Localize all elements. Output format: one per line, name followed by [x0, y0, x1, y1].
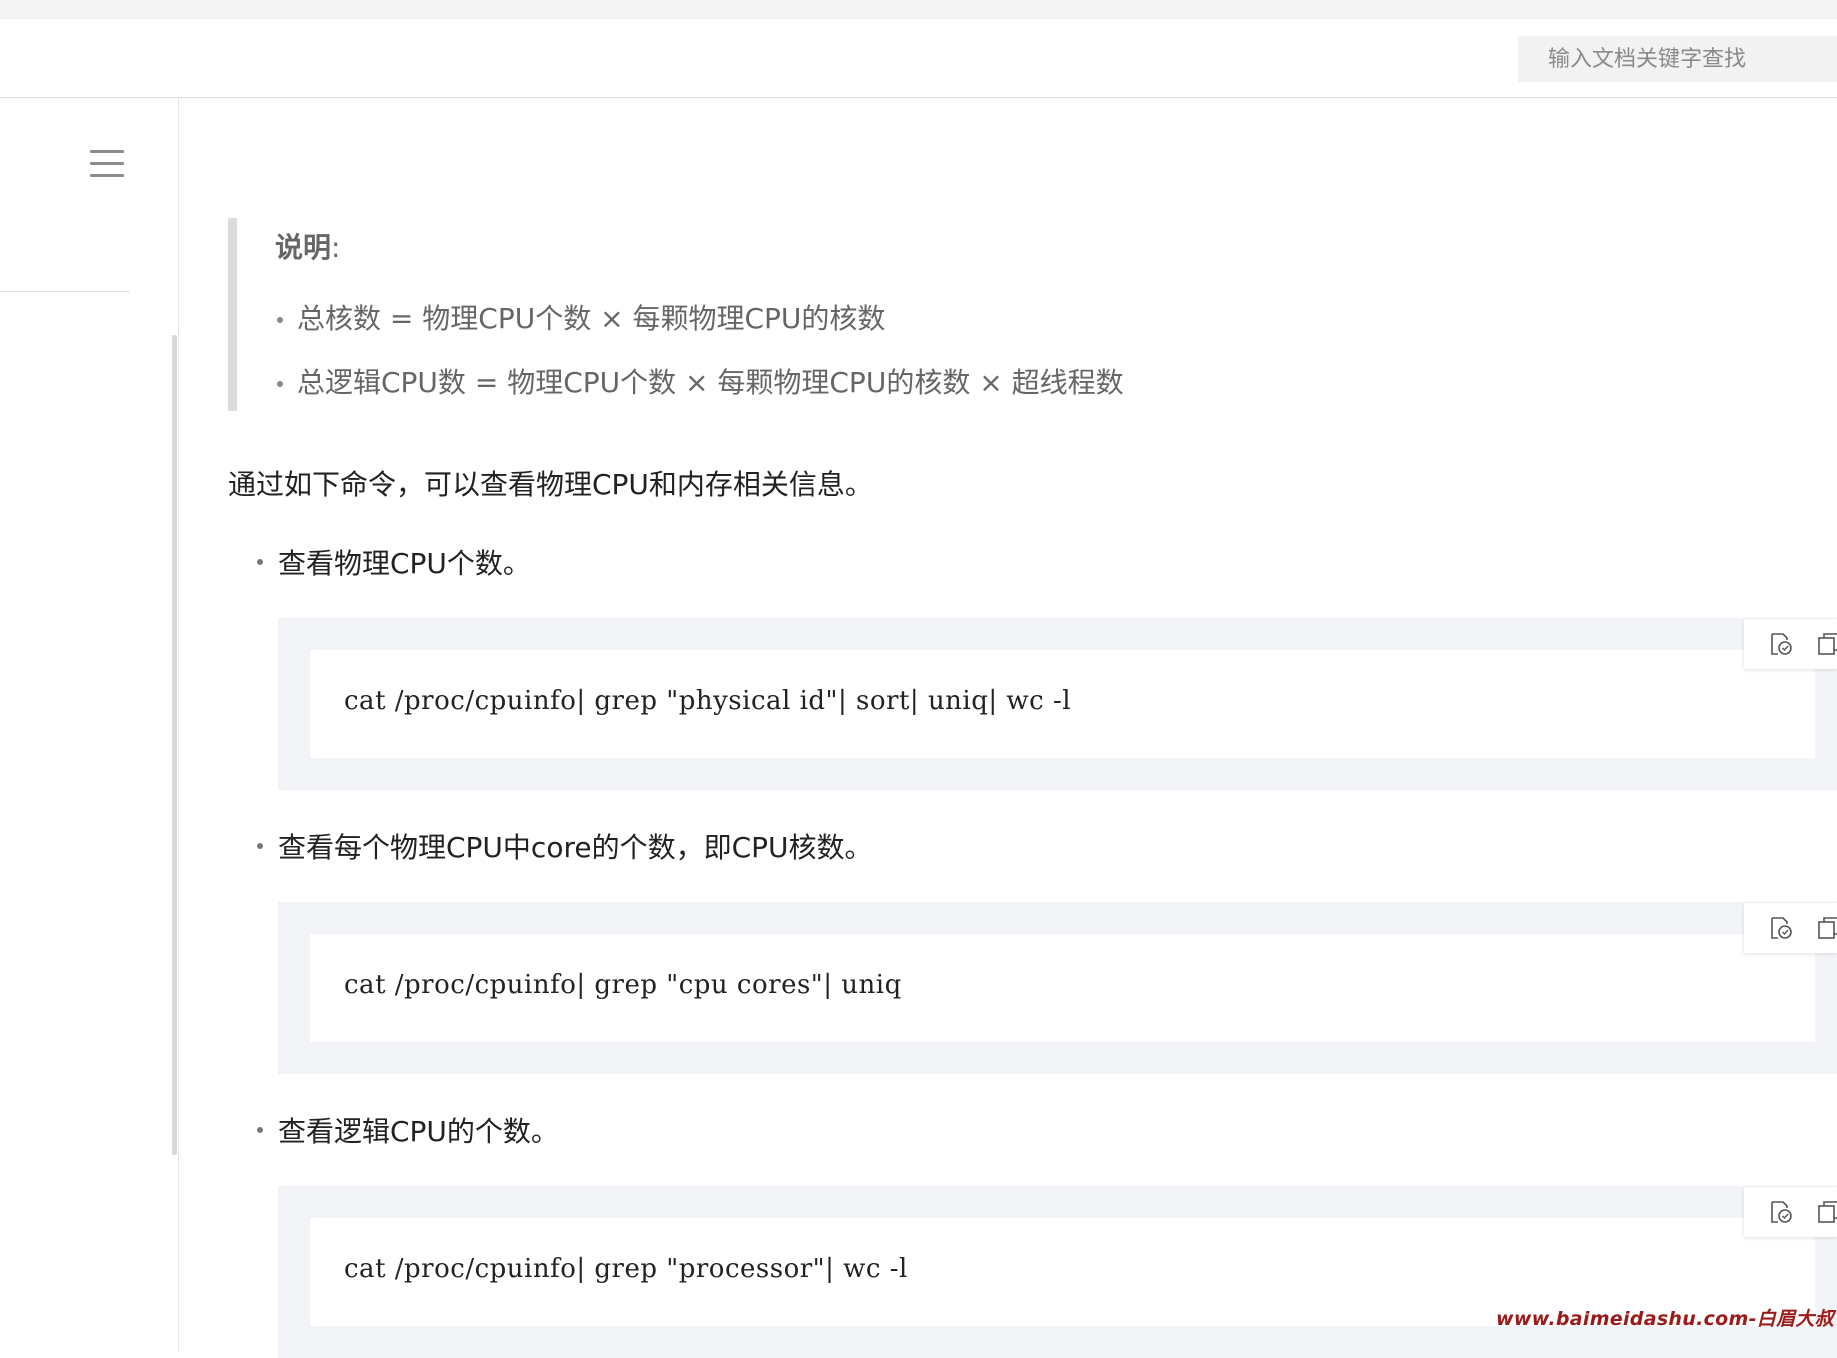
copy-icon[interactable] [1768, 915, 1794, 941]
step-item: 查看逻辑CPU的个数。 [257, 1110, 559, 1150]
code-block: cat /proc/cpuinfo| grep "cpu cores"| uni… [278, 902, 1837, 1074]
note-item: 总核数 = 物理CPU个数 × 每颗物理CPU的核数 [277, 302, 1124, 366]
code-toolbar [1744, 1187, 1837, 1237]
sidebar-scrollbar[interactable] [172, 335, 177, 1155]
code-text: cat /proc/cpuinfo| grep "cpu cores"| uni… [344, 970, 902, 1000]
sidebar [0, 98, 179, 1352]
watermark: www.baimeidashu.com-白眉大叔 [1496, 1308, 1834, 1330]
code-block: cat /proc/cpuinfo| grep "processor"| wc … [278, 1186, 1837, 1358]
browser-top-strip [0, 0, 1837, 19]
code-toolbar [1744, 903, 1837, 953]
step-item: 查看每个物理CPU中core的个数，即CPU核数。 [257, 826, 873, 866]
code-toolbar [1744, 619, 1837, 669]
code-area: cat /proc/cpuinfo| grep "physical id"| s… [310, 650, 1815, 758]
code-area: cat /proc/cpuinfo| grep "cpu cores"| uni… [310, 934, 1815, 1042]
copy-icon[interactable] [1768, 1199, 1794, 1225]
code-text: cat /proc/cpuinfo| grep "processor"| wc … [344, 1254, 908, 1284]
duplicate-icon[interactable] [1816, 631, 1837, 657]
note-item: 总逻辑CPU数 = 物理CPU个数 × 每颗物理CPU的核数 × 超线程数 [277, 366, 1124, 430]
copy-icon[interactable] [1768, 631, 1794, 657]
note-list: 总核数 = 物理CPU个数 × 每颗物理CPU的核数 总逻辑CPU数 = 物理C… [277, 302, 1124, 430]
search-box[interactable] [1518, 36, 1837, 82]
search-input[interactable] [1518, 36, 1837, 82]
duplicate-icon[interactable] [1816, 1199, 1837, 1225]
note-title: 说明: [275, 231, 341, 264]
hamburger-menu-icon[interactable] [90, 150, 124, 178]
intro-paragraph: 通过如下命令，可以查看物理CPU和内存相关信息。 [228, 468, 873, 501]
code-text: cat /proc/cpuinfo| grep "physical id"| s… [344, 686, 1072, 716]
code-block: cat /proc/cpuinfo| grep "physical id"| s… [278, 618, 1837, 790]
step-item: 查看物理CPU个数。 [257, 542, 531, 582]
note-block: 说明: 总核数 = 物理CPU个数 × 每颗物理CPU的核数 总逻辑CPU数 =… [228, 218, 1237, 411]
sidebar-divider [0, 291, 130, 292]
page-header [0, 19, 1837, 98]
duplicate-icon[interactable] [1816, 915, 1837, 941]
